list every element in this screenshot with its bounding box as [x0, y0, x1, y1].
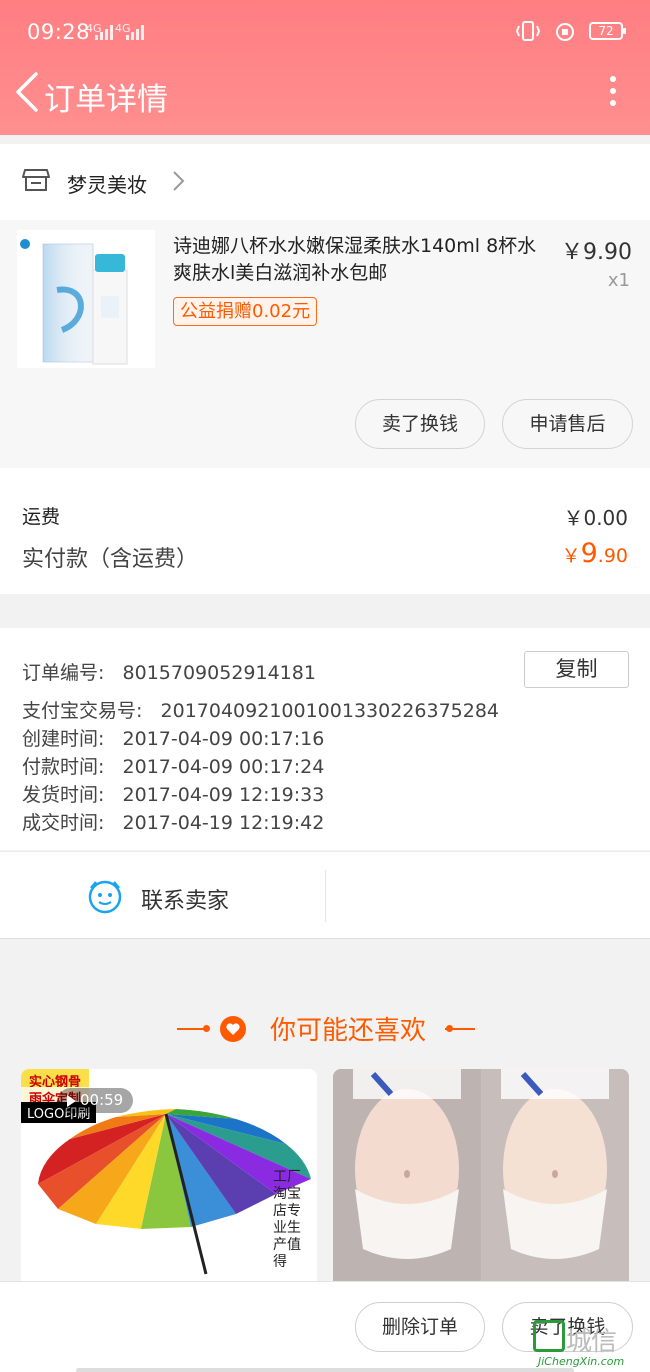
recommend-card[interactable] — [333, 1069, 629, 1281]
product-price: ￥9.90 — [561, 240, 632, 265]
paid-label: 实付款（含运费） — [22, 547, 199, 572]
completed-time-row: 成交时间: 2017-04-19 12:19:42 — [22, 808, 324, 835]
contact-seller-row: 联系卖家 — [0, 851, 650, 939]
product-item[interactable]: 诗迪娜八杯水水嫩保湿柔肤水140ml 8杯水爽肤水l美白滋润补水包邮 ￥9.90… — [0, 220, 650, 468]
paid-decimal: .90 — [597, 545, 628, 567]
paid-integer: 9 — [580, 538, 598, 569]
after-sales-button[interactable]: 申请售后 — [502, 399, 633, 449]
status-icons: 72 — [515, 20, 626, 42]
more-options-icon[interactable] — [606, 76, 620, 110]
order-number-label: 订单编号: — [22, 662, 105, 684]
chevron-right-icon — [173, 171, 185, 191]
shipped-time-row: 发货时间: 2017-04-09 12:19:33 — [22, 780, 324, 807]
order-info: 订单编号: 8015709052914181 复制 支付宝交易号: 201704… — [0, 628, 650, 850]
shipped-time-value: 2017-04-09 12:19:33 — [122, 784, 325, 806]
product-title[interactable]: 诗迪娜八杯水水嫩保湿柔肤水140ml 8杯水爽肤水l美白滋润补水包邮 — [173, 233, 553, 287]
product-photo — [333, 1069, 629, 1281]
recommend-card[interactable]: 实心钢骨 雨伞定制 LOGO印刷 00:59 工厂淘宝店专业生产值得 — [21, 1069, 317, 1281]
alipay-trade-row: 支付宝交易号: 2017040921001001330226375284 — [22, 696, 499, 723]
completed-time-value: 2017-04-19 12:19:42 — [122, 812, 325, 834]
recommend-title: 你可能还喜欢 — [0, 1010, 650, 1047]
calligraphy-text: 工厂淘宝店专业生产值得 — [273, 1169, 301, 1270]
created-time-value: 2017-04-09 00:17:16 — [122, 728, 325, 750]
shipped-time-label: 发货时间: — [22, 784, 105, 806]
order-number-row: 订单编号: 8015709052914181 — [22, 658, 316, 685]
watermark-logo: 城信 JiChengXin.com — [530, 1317, 648, 1369]
sell-for-cash-button[interactable]: 卖了换钱 — [355, 399, 485, 449]
fee-summary: 运费 ￥0.00 实付款（含运费） ￥9.90 — [0, 468, 650, 594]
watermark-url: JiChengXin.com — [538, 1355, 625, 1368]
paid-currency: ￥ — [561, 545, 581, 567]
paid-time-row: 付款时间: 2017-04-09 00:17:24 — [22, 752, 324, 779]
watermark-text: 城信 — [566, 1327, 617, 1357]
chat-face-icon[interactable] — [87, 878, 123, 914]
status-time: 09:28 — [27, 20, 91, 44]
divider — [325, 870, 326, 922]
vibrate-icon — [515, 21, 541, 41]
contact-seller-button[interactable]: 联系卖家 — [141, 883, 229, 915]
signal-icon-1 — [95, 24, 113, 40]
alarm-icon — [556, 23, 574, 41]
paid-amount: ￥9.90 — [562, 538, 628, 569]
decor-line — [445, 1028, 475, 1030]
charity-tag: 公益捐赠0.02元 — [173, 297, 318, 326]
store-name: 梦灵美妆 — [67, 173, 147, 197]
store-row[interactable]: 梦灵美妆 — [0, 144, 650, 220]
copy-button[interactable]: 复制 — [524, 651, 629, 688]
video-duration-tag: 00:59 — [58, 1088, 133, 1113]
back-icon[interactable] — [8, 66, 44, 118]
page-title: 订单详情 — [44, 82, 168, 118]
status-bar: 09:28 4G 4G 72 — [0, 0, 650, 66]
product-photo — [17, 230, 155, 368]
paid-time-label: 付款时间: — [22, 756, 105, 778]
delete-order-button[interactable]: 删除订单 — [355, 1302, 485, 1352]
signal-icon-2 — [126, 24, 144, 40]
order-number-value: 8015709052914181 — [122, 662, 316, 684]
completed-time-label: 成交时间: — [22, 812, 105, 834]
store-icon — [22, 169, 50, 191]
home-indicator — [76, 1368, 574, 1372]
paid-time-value: 2017-04-09 00:17:24 — [122, 756, 325, 778]
product-image[interactable] — [17, 230, 155, 368]
alipay-trade-value: 2017040921001001330226375284 — [160, 700, 500, 722]
watermark-icon — [533, 1320, 565, 1352]
created-time-row: 创建时间: 2017-04-09 00:17:16 — [22, 724, 324, 751]
product-quantity: x1 — [607, 270, 630, 291]
battery-icon: 72 — [589, 22, 626, 40]
created-time-label: 创建时间: — [22, 728, 105, 750]
recommend-title-text: 你可能还喜欢 — [269, 1016, 426, 1046]
header-bar: 09:28 4G 4G 72 订单详情 — [0, 0, 650, 135]
shipping-label: 运费 — [22, 506, 61, 528]
alipay-trade-label: 支付宝交易号: — [22, 700, 143, 722]
shipping-value: ￥0.00 — [563, 506, 628, 530]
